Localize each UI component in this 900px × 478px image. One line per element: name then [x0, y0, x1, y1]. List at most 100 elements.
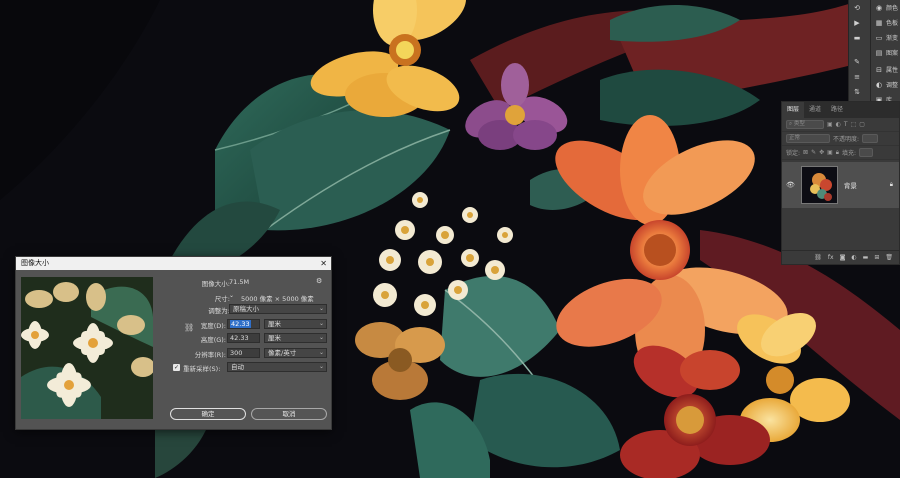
lock-brush-icon[interactable]: ✎: [811, 149, 816, 156]
dropdown-arrow-icon: ⌄: [318, 363, 324, 370]
new-group-icon[interactable]: ▬: [863, 254, 869, 261]
filter-kind-select[interactable]: ⌕ 类型: [786, 120, 824, 129]
height-label: 高度(G):: [200, 336, 226, 344]
dialog-title: 图像大小: [21, 259, 49, 267]
link-layers-icon[interactable]: ⛓︎: [814, 254, 822, 261]
chevron-down-icon[interactable]: ⌄: [229, 292, 234, 299]
image-size-value: 71.5M: [229, 278, 250, 286]
fit-to-select[interactable]: 原稿大小 ⌄: [229, 304, 327, 314]
adjust-button[interactable]: ≡: [849, 69, 870, 84]
fx-icon[interactable]: fx: [828, 254, 834, 261]
filter-kind-label: 类型: [793, 121, 805, 127]
lock-all-icon[interactable]: 🔒︎: [836, 149, 839, 157]
lock-artboard-icon[interactable]: ▣: [827, 149, 833, 156]
swatches-icon: ▦: [875, 18, 883, 27]
eye-icon[interactable]: 👁︎: [786, 181, 795, 189]
opacity-field[interactable]: [862, 134, 879, 143]
color-icon: ◉: [875, 3, 883, 12]
layer-name[interactable]: 背景: [844, 180, 884, 190]
sort-icon: ⇅: [854, 87, 860, 96]
collapsed-panel-strip-left: ⟲ ▶ ▬ ✎ ≡ ⇅: [848, 0, 870, 103]
panel-color[interactable]: ◉ 颜色: [871, 0, 900, 15]
lock-move-icon[interactable]: ✥: [819, 149, 824, 156]
sort-button[interactable]: ⇅: [849, 84, 870, 99]
filter-smart-icon[interactable]: ▢: [859, 121, 865, 128]
collapsed-panel-strip-right: ◉颜色 ▦色板 ▭渐变 ▤图案 ⊟属性 ◐调整 ▣库: [870, 0, 900, 104]
lock-row: 锁定: ⊠ ✎ ✥ ▣ 🔒︎ 填充:: [782, 146, 899, 160]
fill-field[interactable]: [859, 148, 874, 157]
resolution-unit-select[interactable]: 像素/英寸 ⌄: [264, 348, 327, 358]
panel-properties[interactable]: ⊟ 属性: [871, 62, 900, 77]
layers-panel-tabs: 图层 通道 路径: [782, 102, 899, 118]
adjustment-layer-icon[interactable]: ◐: [851, 254, 856, 261]
filter-image-icon[interactable]: ▣: [827, 121, 833, 128]
panel-swatches[interactable]: ▦ 色板: [871, 15, 900, 30]
trash-icon[interactable]: 🗑︎: [885, 254, 893, 261]
panel-color-label: 颜色: [886, 5, 899, 12]
play-icon: ▶: [854, 18, 860, 27]
dropdown-arrow-icon: ⌄: [318, 305, 324, 312]
width-label: 宽度(D):: [200, 322, 226, 330]
comments-button[interactable]: ▬: [849, 30, 870, 45]
resolution-field[interactable]: 300: [227, 348, 260, 358]
adjustments-sliders-icon: ≡: [854, 72, 860, 81]
panel-adjustments[interactable]: ◐ 调整: [871, 77, 900, 92]
history-icon: ⟲: [854, 3, 860, 12]
blend-row: 正常 不透明度:: [782, 132, 899, 146]
panel-patterns[interactable]: ▤ 图案: [871, 45, 900, 60]
blend-mode-select[interactable]: 正常: [786, 134, 830, 143]
filter-type-icon[interactable]: T: [844, 121, 848, 128]
panel-swatches-label: 色板: [886, 20, 899, 27]
resolution-label: 分辨率(R):: [194, 351, 226, 359]
properties-icon: ⊟: [876, 65, 882, 74]
settings-gear-icon[interactable]: ⚙: [316, 277, 322, 285]
panel-gradient[interactable]: ▭ 渐变: [871, 30, 900, 45]
layers-panel-footer: ⛓︎ fx ◙ ◐ ▬ ⊞ 🗑︎: [782, 250, 899, 264]
resample-checkbox[interactable]: ✓: [173, 364, 180, 371]
lock-pixels-icon[interactable]: ⊠: [803, 149, 808, 156]
image-size-label: 图像大小:: [201, 280, 230, 288]
dropdown-arrow-icon: ⌄: [318, 349, 324, 356]
panel-gradient-label: 渐变: [886, 35, 899, 42]
new-layer-icon[interactable]: ⊞: [874, 254, 879, 261]
resample-select[interactable]: 自动 ⌄: [227, 362, 327, 372]
layer-thumbnail-art: [801, 167, 837, 203]
resample-label: 重新采样(S):: [183, 365, 221, 373]
fill-label: 填充:: [842, 150, 857, 157]
width-unit: 厘米: [268, 320, 281, 328]
dropdown-arrow-icon: ⌄: [318, 334, 324, 341]
height-unit-select[interactable]: 厘米 ⌄: [264, 333, 327, 343]
history-button[interactable]: ⟲: [849, 0, 870, 15]
dimensions-value: 5000 像素 × 5000 像素: [241, 295, 314, 303]
filter-shape-icon[interactable]: ⬚: [851, 121, 857, 128]
panel-adjustments-label: 调整: [886, 82, 899, 89]
adjustments-icon: ◐: [875, 80, 883, 89]
height-value: 42.33: [230, 334, 249, 342]
preview-art: [21, 277, 153, 419]
width-field[interactable]: 42.33: [227, 319, 260, 329]
height-field[interactable]: 42.33: [227, 333, 260, 343]
tab-paths[interactable]: 路径: [826, 102, 848, 118]
resample-value: 自动: [231, 363, 244, 371]
layer-row-background[interactable]: 👁︎ 背景 🔒︎: [782, 162, 899, 208]
image-size-dialog: 图像大小 ✕ 图像大小: 71.5M ⚙ 尺寸: ⌄ 5000 像素 × 500…: [15, 256, 332, 430]
tab-layers[interactable]: 图层: [782, 102, 805, 118]
tab-channels[interactable]: 通道: [804, 102, 826, 118]
layer-thumbnail: [800, 166, 838, 204]
close-icon[interactable]: ✕: [320, 257, 327, 270]
actions-button[interactable]: ▶: [849, 15, 870, 30]
resolution-unit: 像素/英寸: [268, 349, 297, 357]
resolution-value: 300: [230, 349, 243, 357]
width-unit-select[interactable]: 厘米 ⌄: [264, 319, 327, 329]
dialog-titlebar[interactable]: 图像大小 ✕: [16, 257, 331, 270]
ok-button[interactable]: 确定: [170, 408, 246, 420]
lock-label: 锁定:: [786, 150, 801, 157]
brush-settings-button[interactable]: ✎: [849, 54, 870, 69]
image-preview[interactable]: [21, 277, 153, 419]
dimensions-label: 尺寸:: [214, 295, 230, 303]
cancel-button[interactable]: 取消: [251, 408, 327, 420]
add-mask-icon[interactable]: ◙: [840, 254, 846, 261]
filter-adjust-icon[interactable]: ◐: [836, 121, 841, 128]
dropdown-arrow-icon: ⌄: [318, 320, 324, 327]
panel-patterns-label: 图案: [886, 50, 899, 57]
